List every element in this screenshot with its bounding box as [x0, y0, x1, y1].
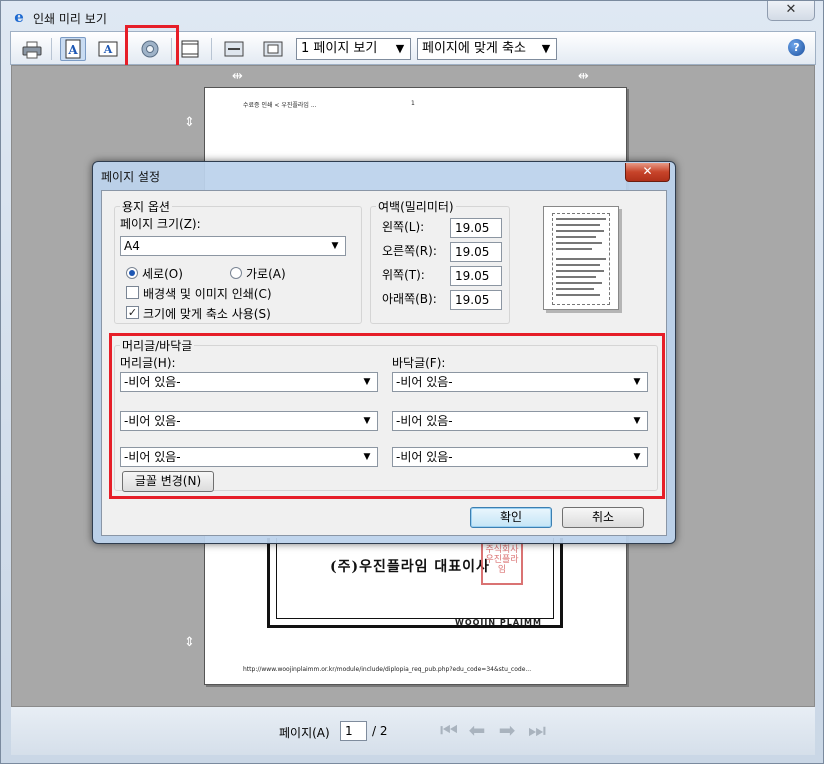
full-width-icon — [224, 41, 244, 57]
chevron-down-icon: ▼ — [331, 241, 339, 251]
portrait-label: 세로(O) — [142, 267, 183, 281]
portrait-button[interactable]: A — [60, 37, 86, 61]
view-select[interactable]: 1 페이지 보기 ▼ — [296, 38, 411, 60]
header-footer-icon — [181, 40, 199, 58]
company-seal: 주식회사우진플라임 — [481, 541, 523, 585]
toolbar-separator — [51, 38, 52, 60]
page-footer-url: http://www.woojinplaimm.or.kr/module/inc… — [243, 666, 532, 673]
thumbnail-text-line — [556, 264, 600, 266]
cancel-button[interactable]: 취소 — [562, 507, 644, 528]
paper-size-label: 페이지 크기(Z): — [120, 217, 201, 231]
window-title: 인쇄 미리 보기 — [33, 12, 107, 26]
margin-left-input[interactable]: 19.05 — [450, 218, 502, 238]
page-total: / 2 — [372, 724, 388, 738]
landscape-button[interactable]: A — [95, 37, 121, 61]
zoom-select-value: 페이지에 맞게 축소 — [422, 41, 526, 56]
thumbnail-text-line — [556, 224, 600, 226]
next-page-button[interactable]: ➡ — [495, 718, 519, 742]
svg-text:A: A — [67, 43, 78, 57]
margin-handle-left[interactable]: ⇹ — [232, 70, 243, 83]
svg-text:A: A — [103, 43, 113, 56]
page-header-text: 수료증 인쇄 < 우진플라임 ... — [243, 102, 317, 109]
thumbnail-text-line — [556, 236, 596, 238]
landscape-icon: A — [98, 41, 118, 57]
thumbnail-text-line — [556, 230, 604, 232]
shrink-to-fit-label: 크기에 맞게 축소 사용(S) — [143, 307, 271, 321]
chevron-down-icon: ▼ — [541, 42, 551, 55]
paper-options-label: 용지 옵션 — [120, 198, 172, 215]
thumbnail-text-line — [556, 288, 594, 290]
print-button[interactable] — [19, 37, 45, 61]
thumbnail-text-line — [556, 258, 606, 260]
thumbnail-text-line — [556, 242, 602, 244]
thumbnail-text-line — [556, 282, 602, 284]
toolbar-separator — [211, 38, 212, 60]
company-signature: (주)우진플라임 대표이사 — [330, 559, 490, 575]
header-footer-button[interactable] — [177, 37, 203, 61]
landscape-radio[interactable] — [230, 267, 242, 279]
thumbnail-text-line — [556, 218, 606, 220]
page-preview-thumbnail — [543, 206, 619, 310]
margin-left-label: 왼쪽(L): — [382, 220, 425, 234]
page-header-number: 1 — [411, 100, 415, 107]
dialog-title: 페이지 설정 — [101, 170, 161, 184]
margin-top-input[interactable]: 19.05 — [450, 266, 502, 286]
margin-right-input[interactable]: 19.05 — [450, 242, 502, 262]
print-preview-window: e 인쇄 미리 보기 ✕ A A 1 페이지 보기 ▼ 페이지에 맞게 축소 ▼… — [0, 0, 824, 764]
dialog-close-button[interactable]: ✕ — [625, 163, 670, 182]
portrait-icon: A — [65, 39, 81, 59]
page-number-input[interactable]: 1 — [340, 721, 367, 741]
margins-label: 여백(밀리미터) — [376, 198, 456, 215]
margin-top-label: 위쪽(T): — [382, 268, 425, 282]
full-width-button[interactable] — [221, 37, 247, 61]
thumbnail-text-line — [556, 248, 592, 250]
print-background-checkbox[interactable] — [126, 286, 139, 299]
print-background-label: 배경색 및 이미지 인쇄(C) — [143, 287, 272, 301]
first-page-button[interactable]: ⏮ — [437, 718, 461, 742]
margin-bottom-input[interactable]: 19.05 — [450, 290, 502, 310]
shrink-to-fit-checkbox[interactable]: ✓ — [126, 306, 139, 319]
margin-handle-right[interactable]: ⇹ — [578, 70, 589, 83]
company-logo: WOOJIN PLAIMM — [455, 618, 542, 627]
zoom-select[interactable]: 페이지에 맞게 축소 ▼ — [417, 38, 557, 60]
ie-logo-icon: e — [14, 8, 24, 26]
margin-handle-top[interactable]: ⇕ — [184, 116, 195, 129]
margin-bottom-label: 아래쪽(B): — [382, 292, 437, 306]
window-close-button[interactable]: ✕ — [767, 1, 815, 21]
portrait-radio[interactable] — [126, 267, 138, 279]
status-bar: 페이지(A) 1 / 2 ⏮ ⬅ ➡ ⏭ — [11, 707, 815, 755]
margin-right-label: 오른쪽(R): — [382, 244, 437, 258]
help-icon[interactable]: ? — [788, 39, 805, 56]
thumbnail-margin-outline — [552, 213, 610, 305]
thumbnail-text-line — [556, 276, 596, 278]
print-icon — [22, 41, 42, 59]
landscape-label: 가로(A) — [246, 267, 286, 281]
chevron-down-icon: ▼ — [395, 42, 405, 55]
paper-size-value: A4 — [124, 239, 140, 253]
header-footer-highlight-box — [109, 333, 665, 499]
page-number-label: 페이지(A) — [279, 726, 330, 740]
full-page-button[interactable] — [260, 37, 286, 61]
thumbnail-text-line — [556, 270, 604, 272]
margin-handle-bottom[interactable]: ⇕ — [184, 636, 195, 649]
thumbnail-text-line — [556, 294, 600, 296]
full-page-icon — [263, 41, 283, 57]
previous-page-button[interactable]: ⬅ — [465, 718, 489, 742]
paper-size-select[interactable]: A4 ▼ — [120, 236, 346, 256]
view-select-value: 1 페이지 보기 — [301, 41, 378, 56]
last-page-button[interactable]: ⏭ — [525, 718, 549, 742]
ok-button[interactable]: 확인 — [470, 507, 552, 528]
